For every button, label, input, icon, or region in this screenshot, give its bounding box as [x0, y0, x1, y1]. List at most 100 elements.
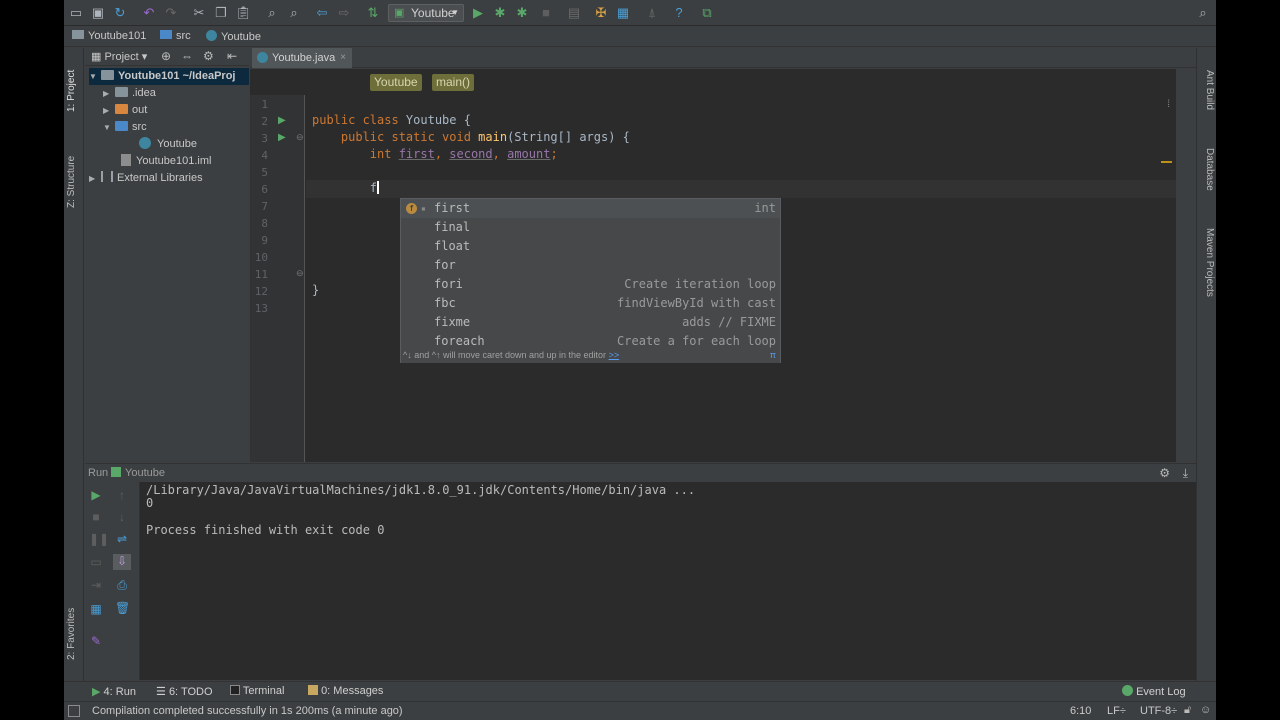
breadcrumb-project[interactable]: Youtube101 [72, 30, 146, 42]
completion-item[interactable]: fbc findViewById with cast [401, 294, 780, 313]
tab-structure[interactable]: Z: Structure [66, 156, 77, 208]
class-icon [206, 30, 217, 41]
pin-icon[interactable]: ✎ [89, 634, 103, 648]
up-icon[interactable]: ↑ [115, 488, 129, 502]
warning-stripe[interactable] [1161, 161, 1172, 163]
tool-button-todo[interactable]: ☰ 6: TODO [156, 685, 213, 698]
tab-ant-build[interactable]: Ant Build [1204, 70, 1215, 110]
completion-item[interactable]: fori Create iteration loop [401, 275, 780, 294]
pi-icon[interactable]: π [770, 348, 776, 363]
undo-icon[interactable]: ↶ [141, 5, 157, 21]
stop-icon[interactable]: ■ [538, 5, 554, 21]
line-separator[interactable]: LF÷ [1107, 705, 1126, 717]
stop-icon[interactable]: ■ [89, 510, 103, 524]
tree-item-src[interactable]: ▼ src [103, 119, 147, 136]
hide-icon[interactable]: ⤓ [1183, 466, 1188, 481]
completion-item[interactable]: float [401, 237, 780, 256]
tree-item-out[interactable]: ▶ out [103, 102, 147, 119]
tab-youtube-java[interactable]: Youtube.java × [252, 48, 352, 68]
sync-icon[interactable]: ↻ [112, 5, 128, 21]
cut-icon[interactable]: ✂ [191, 5, 207, 21]
line-number: 9 [261, 234, 268, 247]
file-encoding[interactable]: UTF-8÷ [1140, 705, 1177, 717]
tree-item-idea[interactable]: ▶ .idea [103, 85, 156, 102]
breadcrumb-class-chip[interactable]: Youtube [370, 74, 422, 91]
tree-item-youtube-class[interactable]: Youtube [139, 136, 197, 153]
tool-button-messages[interactable]: 0: Messages [308, 685, 383, 697]
soft-wrap-icon[interactable]: ⇌ [115, 532, 129, 546]
tab-favorites[interactable]: 2: Favorites [66, 608, 77, 660]
gear-icon[interactable]: ⚙ [1159, 466, 1170, 480]
navigation-bar: Youtube101 src Youtube [64, 27, 1216, 47]
run-config-tab[interactable]: Youtube [111, 467, 165, 479]
lock-icon[interactable]: 🔓︎ [1184, 704, 1191, 717]
run-gutter-icon[interactable]: ▶ [278, 132, 286, 143]
scroll-from-source-icon[interactable]: ⊕ [161, 49, 171, 63]
project-view-select[interactable]: ▦ Project ▾ [91, 50, 147, 63]
caret-position[interactable]: 6:10 [1070, 705, 1091, 717]
help-icon[interactable]: ? [671, 5, 687, 21]
completion-item[interactable]: final [401, 218, 780, 237]
tree-item-module[interactable]: ▼ Youtube101 ~/IdeaProj [89, 68, 249, 85]
tab-database[interactable]: Database [1204, 148, 1215, 191]
replace-icon[interactable]: ⌕ [286, 5, 302, 21]
back-icon[interactable]: ⇦ [314, 5, 330, 21]
tool-windows-toggle-icon[interactable] [68, 705, 80, 717]
trash-icon[interactable]: 🗑︎ [115, 601, 130, 615]
fold-icon[interactable]: ⊖ [296, 268, 304, 279]
copy-icon[interactable]: ❐ [213, 5, 229, 21]
debug-icon[interactable]: ✱ [492, 5, 508, 21]
layout-icon[interactable]: ▦ [89, 602, 103, 616]
scroll-to-end-icon[interactable]: ⇩ [113, 554, 131, 570]
tree-item-external-libraries[interactable]: ▶ External Libraries [89, 170, 203, 187]
find-icon[interactable]: ⌕ [264, 5, 280, 21]
close-icon[interactable]: × [340, 48, 346, 68]
collapse-icon[interactable]: ⇔ [181, 49, 193, 63]
sdk-icon[interactable]: ▦ [615, 5, 631, 21]
run-gutter-icon[interactable]: ▶ [278, 115, 286, 126]
tool-button-run[interactable]: ▶ 4: Run [92, 685, 136, 698]
tab-project[interactable]: 1: Project [66, 70, 77, 112]
hide-icon[interactable]: ⇤ [227, 49, 237, 63]
breadcrumb-method-chip[interactable]: main() [432, 74, 475, 91]
breadcrumb-class[interactable]: Youtube [206, 30, 261, 43]
completion-hint: ^↓ and ^↑ will move caret down and up in… [401, 348, 780, 363]
right-tool-stripe: Ant Build Database Maven Projects [1196, 48, 1216, 700]
rerun-icon[interactable]: ▶ [89, 488, 103, 502]
line-number: 8 [261, 217, 268, 230]
forward-icon[interactable]: ⇨ [336, 5, 352, 21]
completion-hint-link[interactable]: >> [609, 350, 620, 360]
gear-icon[interactable]: ⚙ [203, 49, 214, 63]
completion-item[interactable]: for [401, 256, 780, 275]
vcs-icon[interactable]: ⧉ [699, 5, 715, 21]
completion-item[interactable]: fixme adds // FIXME [401, 313, 780, 332]
build-icon[interactable]: ⇅ [365, 5, 381, 21]
completion-item[interactable]: f ▪ first int [401, 199, 780, 218]
redo-icon[interactable]: ↷ [163, 5, 179, 21]
tree-item-iml[interactable]: Youtube101.iml [121, 153, 211, 170]
tab-maven-projects[interactable]: Maven Projects [1204, 228, 1215, 297]
project-structure-icon[interactable]: ▤ [566, 5, 582, 21]
pause-icon[interactable]: ❚❚ [89, 532, 109, 546]
save-icon[interactable]: ▣ [90, 5, 106, 21]
search-everywhere-icon[interactable]: ⌕ [1195, 5, 1211, 21]
open-icon[interactable]: ▭ [68, 5, 84, 21]
coverage-icon[interactable]: ✱ [514, 5, 530, 21]
settings-icon[interactable]: ✠ [593, 5, 609, 21]
chevron-down-icon: ▼ [89, 72, 97, 81]
down-icon[interactable]: ↓ [115, 510, 129, 524]
breadcrumb-src[interactable]: src [160, 30, 191, 42]
tool-button-terminal[interactable]: Terminal [230, 685, 284, 697]
tool-button-event-log[interactable]: Event Log [1122, 685, 1186, 698]
dump-threads-icon[interactable]: ▭ [89, 555, 103, 569]
libraries-icon [101, 171, 113, 182]
inspector-icon[interactable]: ☺ [1200, 704, 1211, 716]
android-icon[interactable]: ⍋ [644, 5, 660, 21]
paste-icon[interactable]: 📋︎ [235, 5, 252, 21]
exit-icon[interactable]: ⇥ [89, 578, 103, 592]
run-configuration-select[interactable]: ▣ Youtube ▼ [388, 4, 464, 22]
ide-window: ▭ ▣ ↻ ↶ ↷ ✂ ❐ 📋︎ ⌕ ⌕ ⇦ ⇨ ⇅ ▣ Youtube ▼ ▶… [64, 0, 1216, 720]
fold-icon[interactable]: ⊖ [296, 132, 304, 143]
print-icon[interactable]: ⎙ [115, 578, 129, 592]
run-icon[interactable]: ▶ [470, 5, 486, 21]
